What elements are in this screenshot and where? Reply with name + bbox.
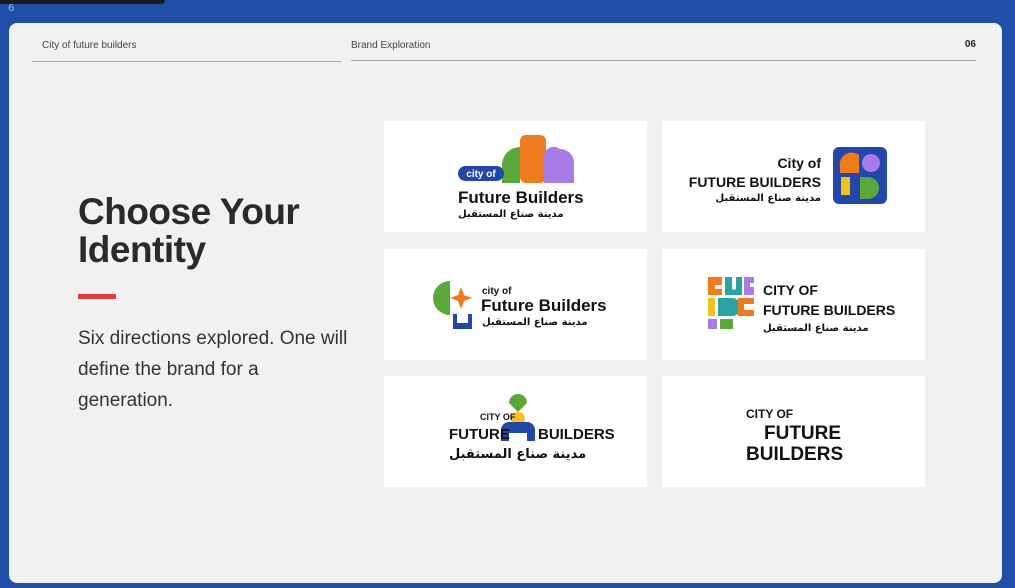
logo-3-artwork: city of Future Builders مدينة صناع المست… xyxy=(433,281,607,329)
logo-4-teal-d xyxy=(718,298,741,316)
logo-3-green-half xyxy=(433,281,450,315)
logo-4-teal-block xyxy=(725,277,742,295)
logo-option-6[interactable]: CITY OF FUTURE BUILDERS xyxy=(662,376,925,487)
logo-option-2[interactable]: City of FUTURE BUILDERS مدينة صناع المست… xyxy=(662,121,925,232)
logo-4-purple-small xyxy=(708,319,717,329)
logo-option-4[interactable]: CITY OF FUTURE BUILDERS مدينة صناع المست… xyxy=(662,249,925,360)
logo-4-orange-e xyxy=(738,298,754,316)
title-line-2: Identity xyxy=(78,229,206,270)
logo-5-top: CITY OF xyxy=(480,412,516,422)
logo-4-line1: CITY OF xyxy=(763,282,818,298)
window-top-bar xyxy=(0,0,165,4)
logo-4-purple-block xyxy=(744,277,754,295)
logo-6-line1: CITY OF xyxy=(746,407,793,421)
logo-4-yellow-block xyxy=(708,298,715,316)
logo-1-green-shape xyxy=(502,147,520,183)
header-project-name: City of future builders xyxy=(42,40,137,51)
logo-5-arabic: مدينة صناع المستقبل xyxy=(449,447,586,462)
logo-4-line2: FUTURE BUILDERS xyxy=(763,302,895,318)
logo-1-orange-shape xyxy=(520,135,546,183)
logo-5-right: BUILDERS xyxy=(538,426,615,443)
logo-3-name: Future Builders xyxy=(481,296,607,315)
logo-4-artwork: CITY OF FUTURE BUILDERS مدينة صناع المست… xyxy=(708,277,895,334)
logo-3-orange-star xyxy=(450,287,472,309)
logo-5-artwork: CITY OF FUTURE BUILDERS مدينة صناع المست… xyxy=(449,394,615,462)
logo-5-green-leaf xyxy=(509,394,527,412)
logo-2-yellow-shape xyxy=(841,177,850,195)
page-subtitle: Six directions explored. One will define… xyxy=(78,328,348,411)
logo-option-1[interactable]: city of Future Builders مدينة صناع المست… xyxy=(384,121,647,232)
logo-option-5[interactable]: CITY OF FUTURE BUILDERS مدينة صناع المست… xyxy=(384,376,647,487)
logo-6-line3: BUILDERS xyxy=(746,444,843,465)
logo-2-artwork: City of FUTURE BUILDERS مدينة صناع المست… xyxy=(689,147,887,204)
logo-1-purple-shape xyxy=(544,146,575,183)
logo-option-3[interactable]: city of Future Builders مدينة صناع المست… xyxy=(384,249,647,360)
logo-1-artwork: city of Future Builders مدينة صناع المست… xyxy=(458,135,584,220)
logo-4-arabic: مدينة صناع المستقبل xyxy=(763,323,869,334)
logo-2-name: FUTURE BUILDERS xyxy=(689,174,821,190)
slide: City of future builders Brand Exploratio… xyxy=(9,23,1002,583)
logo-6-artwork: CITY OF FUTURE BUILDERS xyxy=(746,407,843,465)
logo-3-arabic: مدينة صناع المستقبل xyxy=(482,317,588,328)
logo-3-blue-cup xyxy=(453,314,472,329)
logo-2-top: City of xyxy=(777,155,821,171)
header-section-name: Brand Exploration xyxy=(351,40,431,51)
accent-divider xyxy=(78,294,116,299)
logo-1-arabic: مدينة صناع المستقبل xyxy=(458,209,564,220)
logo-6-line2: FUTURE xyxy=(764,423,841,444)
logo-5-left: FUTURE xyxy=(449,426,510,443)
title-line-1: Choose Your xyxy=(78,191,300,232)
header-divider-right xyxy=(351,60,976,61)
logo-1-name: Future Builders xyxy=(458,188,584,207)
logo-4-orange-block xyxy=(708,277,722,295)
logo-2-purple-dot xyxy=(862,154,880,172)
slide-index: 6 xyxy=(8,3,15,14)
logo-1-badge-text: city of xyxy=(466,169,496,180)
header-divider-left xyxy=(32,61,341,62)
logo-4-green-small xyxy=(720,319,733,329)
logo-2-arabic: مدينة صناع المستقبل xyxy=(715,193,821,204)
page-title: Choose Your Identity xyxy=(78,193,358,269)
header-page-number: 06 xyxy=(964,39,976,50)
